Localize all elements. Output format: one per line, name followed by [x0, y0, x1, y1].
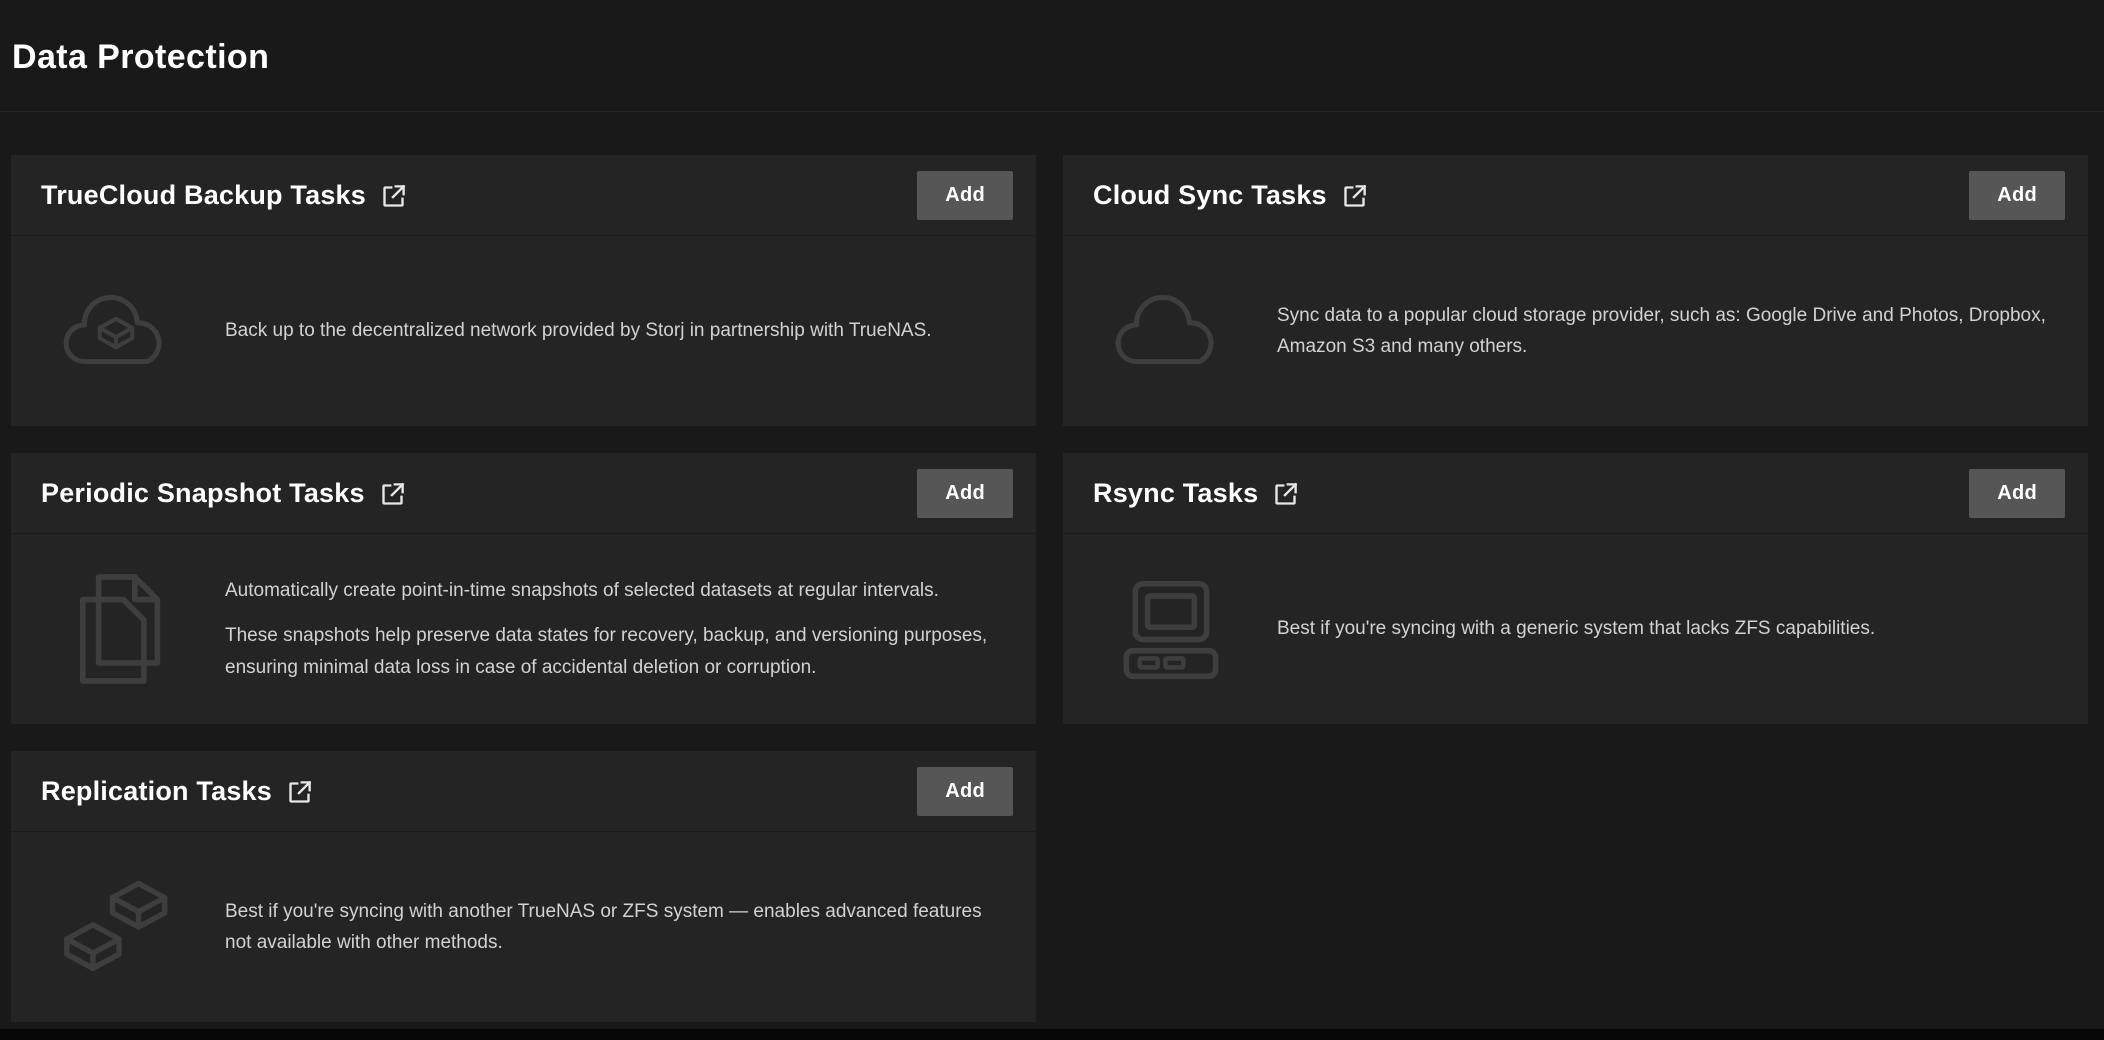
card-description: Back up to the decentralized network pro…	[225, 315, 1006, 346]
card-title: Periodic Snapshot Tasks	[41, 478, 406, 509]
card-description: Best if you're syncing with a generic sy…	[1277, 613, 2058, 644]
card-periodic-snapshot-tasks: Periodic Snapshot Tasks Add	[11, 453, 1036, 724]
card-title-text: Rsync Tasks	[1093, 478, 1258, 509]
card-description: Best if you're syncing with another True…	[225, 896, 1006, 958]
card-header: Rsync Tasks Add	[1063, 453, 2088, 534]
external-link-icon[interactable]	[1341, 183, 1368, 210]
card-body: Best if you're syncing with another True…	[11, 832, 1036, 1022]
add-button[interactable]: Add	[1969, 469, 2065, 518]
card-title-text: Cloud Sync Tasks	[1093, 180, 1327, 211]
card-header: TrueCloud Backup Tasks Add	[11, 155, 1036, 236]
card-replication-tasks: Replication Tasks Add	[11, 751, 1036, 1022]
snapshot-documents-icon	[51, 570, 187, 688]
card-header: Replication Tasks Add	[11, 751, 1036, 832]
card-description: Automatically create point-in-time snaps…	[225, 575, 1006, 682]
card-body: Best if you're syncing with a generic sy…	[1063, 534, 2088, 724]
description-paragraph: Back up to the decentralized network pro…	[225, 315, 1006, 346]
external-link-icon[interactable]	[1272, 481, 1299, 508]
add-button[interactable]: Add	[917, 469, 1013, 518]
description-paragraph: Best if you're syncing with a generic sy…	[1277, 613, 2058, 644]
footer-bar	[0, 1029, 2104, 1040]
external-link-icon[interactable]	[380, 183, 407, 210]
card-body: Sync data to a popular cloud storage pro…	[1063, 236, 2088, 426]
card-body: Automatically create point-in-time snaps…	[11, 534, 1036, 724]
external-link-icon[interactable]	[286, 779, 313, 806]
add-button[interactable]: Add	[1969, 171, 2065, 220]
card-title-text: Periodic Snapshot Tasks	[41, 478, 365, 509]
description-paragraph: These snapshots help preserve data state…	[225, 620, 1006, 682]
card-title: Replication Tasks	[41, 776, 313, 807]
description-paragraph: Automatically create point-in-time snaps…	[225, 575, 1006, 606]
replication-cubes-icon	[51, 877, 187, 977]
card-title: Rsync Tasks	[1093, 478, 1299, 509]
description-paragraph: Best if you're syncing with another True…	[225, 896, 1006, 958]
cloud-icon	[1103, 290, 1239, 372]
card-title-text: TrueCloud Backup Tasks	[41, 180, 366, 211]
card-header: Cloud Sync Tasks Add	[1063, 155, 2088, 236]
data-protection-cards-grid: TrueCloud Backup Tasks Add	[0, 155, 2104, 1022]
page-title: Data Protection	[12, 38, 2088, 77]
add-button[interactable]: Add	[917, 767, 1013, 816]
external-link-icon[interactable]	[379, 481, 406, 508]
card-cloud-sync-tasks: Cloud Sync Tasks Add Sync data to a popu	[1063, 155, 2088, 426]
add-button[interactable]: Add	[917, 171, 1013, 220]
computer-icon	[1103, 578, 1239, 681]
card-title-text: Replication Tasks	[41, 776, 272, 807]
card-title: TrueCloud Backup Tasks	[41, 180, 407, 211]
card-rsync-tasks: Rsync Tasks Add	[1063, 453, 2088, 724]
description-paragraph: Sync data to a popular cloud storage pro…	[1277, 300, 2058, 362]
card-truecloud-backup-tasks: TrueCloud Backup Tasks Add	[11, 155, 1036, 426]
card-header: Periodic Snapshot Tasks Add	[11, 453, 1036, 534]
card-description: Sync data to a popular cloud storage pro…	[1277, 300, 2058, 362]
storj-cloud-icon	[51, 290, 187, 372]
page-header: Data Protection	[0, 0, 2104, 112]
card-body: Back up to the decentralized network pro…	[11, 236, 1036, 426]
card-title: Cloud Sync Tasks	[1093, 180, 1368, 211]
